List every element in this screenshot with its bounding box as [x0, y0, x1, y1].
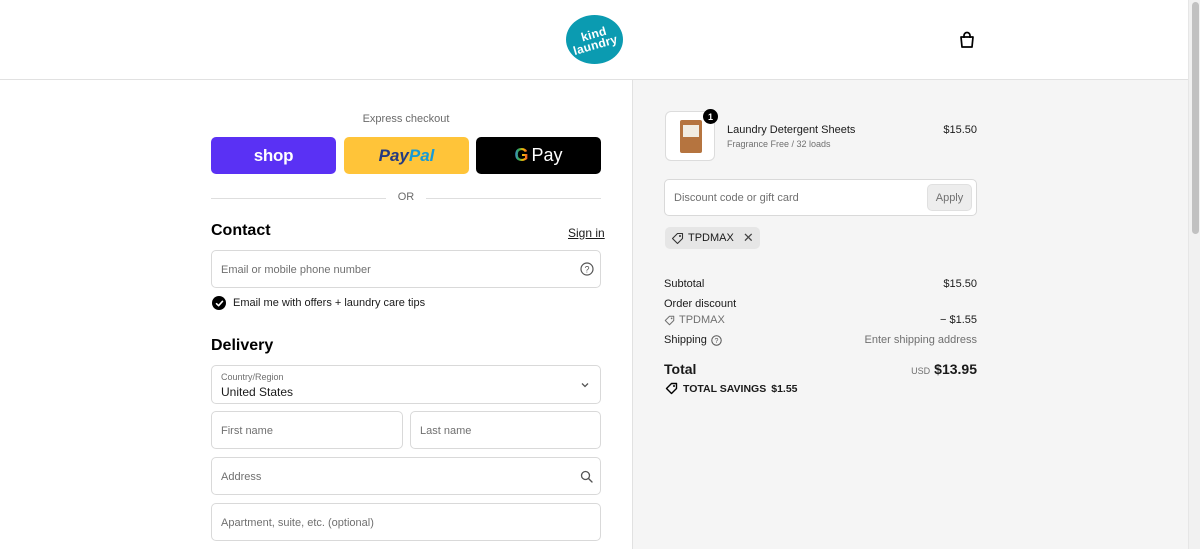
shop-pay-button[interactable]: shop [211, 137, 336, 174]
help-icon[interactable]: ? [580, 262, 594, 276]
product-name: Laundry Detergent Sheets [727, 124, 856, 136]
scrollbar-thumb[interactable] [1192, 2, 1199, 234]
chevron-down-icon [581, 383, 589, 388]
product-variant: Fragrance Free / 32 loads [727, 139, 831, 149]
search-icon [580, 470, 593, 483]
last-name-field[interactable]: Last name [410, 411, 601, 449]
shipping-label: Shipping [664, 334, 707, 346]
shopping-bag-icon[interactable] [958, 31, 976, 49]
marketing-checkbox[interactable] [212, 296, 226, 310]
discount-code-text: TPDMAX [679, 314, 725, 326]
savings-label: TOTAL SAVINGS [683, 382, 767, 395]
paypal-button[interactable]: Pay Pal [344, 137, 469, 174]
google-pay-label: Pay [531, 145, 563, 165]
total-amount: USD $13.95 [860, 361, 977, 377]
total-savings: TOTAL SAVINGS $1.55 [665, 382, 798, 395]
address-field[interactable]: Address [211, 457, 601, 495]
paypal-label-a: Pay [378, 145, 409, 165]
email-placeholder: Email or mobile phone number [221, 264, 371, 276]
apartment-field[interactable]: Apartment, suite, etc. (optional) [211, 503, 601, 541]
svg-text:?: ? [584, 264, 589, 274]
or-divider: OR [211, 191, 601, 205]
first-name-field[interactable]: First name [211, 411, 403, 449]
sign-in-link[interactable]: Sign in [568, 226, 605, 240]
apartment-placeholder: Apartment, suite, etc. (optional) [221, 517, 374, 529]
paypal-label-b: Pal [408, 145, 435, 165]
page-scrollbar[interactable] [1188, 0, 1200, 549]
country-label: Country/Region [221, 372, 284, 382]
product-image [680, 120, 702, 153]
checkmark-icon [215, 300, 223, 306]
product-price: $15.50 [943, 124, 977, 136]
shop-pay-label: shop [253, 145, 294, 165]
savings-value: $1.55 [771, 382, 798, 395]
country-value: United States [221, 385, 294, 399]
or-label: OR [397, 191, 415, 203]
apply-discount-button[interactable]: Apply [927, 184, 972, 211]
site-header: kind laundry [0, 0, 1188, 80]
first-name-placeholder: First name [221, 425, 273, 437]
tag-icon [665, 382, 678, 395]
quantity-badge: 1 [703, 109, 718, 124]
tag-icon [664, 315, 675, 325]
shipping-value: Enter shipping address [864, 334, 977, 346]
kind-laundry-logo[interactable]: kind laundry [566, 15, 623, 64]
email-field[interactable]: Email or mobile phone number ? [211, 250, 601, 288]
discount-placeholder: Discount code or gift card [674, 192, 799, 204]
applied-code: TPDMAX [688, 232, 734, 244]
order-discount-label: Order discount [664, 298, 737, 310]
last-name-placeholder: Last name [420, 425, 472, 437]
marketing-label: Email me with offers + laundry care tips [233, 297, 426, 309]
remove-discount-icon[interactable]: ✕ [743, 230, 754, 246]
subtotal-label: Subtotal [664, 278, 705, 290]
google-g-icon: G [514, 145, 529, 165]
delivery-heading: Delivery [211, 337, 274, 354]
address-placeholder: Address [221, 471, 262, 483]
tag-icon [671, 232, 684, 244]
divider-line-right [426, 198, 601, 199]
subtotal-value: $15.50 [943, 278, 977, 290]
country-select[interactable]: Country/Region United States [211, 365, 601, 404]
express-checkout-title: Express checkout [362, 113, 450, 125]
svg-text:?: ? [714, 338, 718, 345]
discount-value: − $1.55 [939, 314, 977, 326]
contact-heading: Contact [211, 222, 271, 239]
total-label: Total [664, 361, 697, 377]
total-value: $13.95 [934, 361, 977, 377]
currency-code: USD [911, 366, 931, 376]
applied-discount-chip: TPDMAX ✕ [665, 227, 760, 249]
help-icon[interactable]: ? [711, 334, 722, 346]
shipping-row: Shipping ? [664, 334, 722, 346]
google-pay-button[interactable]: G Pay [476, 137, 601, 174]
discount-code-row: TPDMAX [664, 314, 725, 326]
